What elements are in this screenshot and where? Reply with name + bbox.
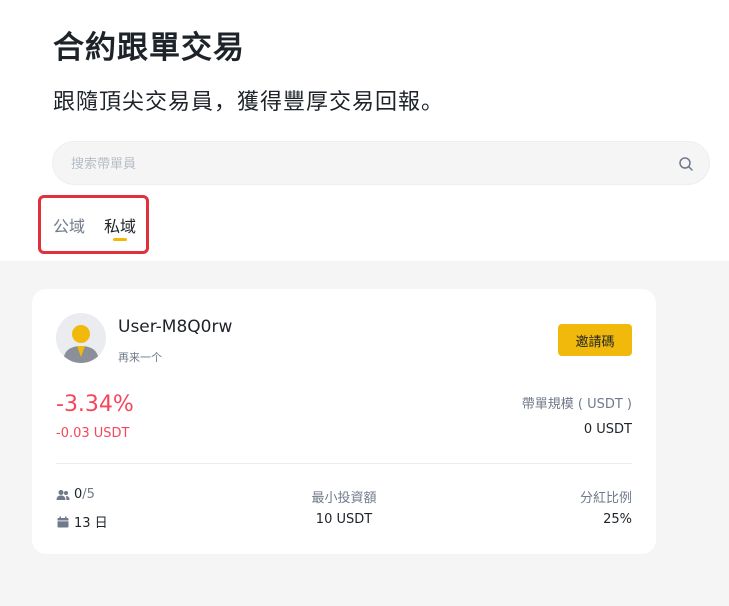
page-header-area: 合約跟單交易 跟隨頂尖交易員，獲得豐厚交易回報。 公域 私域	[0, 0, 729, 261]
min-invest-value: 10 USDT	[315, 512, 373, 527]
page-title: 合約跟單交易	[53, 30, 245, 66]
aum-label: 帶單規模 ( USDT )	[521, 397, 632, 412]
search-icon[interactable]	[678, 156, 694, 172]
tab-public[interactable]: 公域	[53, 213, 85, 237]
lead-trader-card[interactable]: User-M8Q0rw 再来一个 邀請碼 -3.34% -0.03 USDT 帶…	[32, 289, 656, 554]
trader-note: 再来一个	[118, 351, 162, 364]
min-invest-label: 最小投資額	[311, 491, 377, 506]
search-input[interactable]	[71, 154, 631, 174]
invite-code-button[interactable]: 邀請碼	[558, 324, 632, 356]
trader-username[interactable]: User-M8Q0rw	[118, 317, 232, 337]
aum-value: 0 USDT	[583, 422, 632, 437]
profit-share-label: 分紅比例	[579, 491, 632, 506]
active-tab-indicator	[113, 238, 127, 241]
profit-share-value: 25%	[603, 512, 632, 527]
user-avatar-icon[interactable]	[56, 313, 106, 363]
card-divider	[56, 463, 632, 464]
tab-private[interactable]: 私域	[104, 213, 136, 237]
search-bar[interactable]	[52, 141, 710, 185]
page-subtitle: 跟隨頂尖交易員，獲得豐厚交易回報。	[53, 90, 445, 115]
roi-value: -3.34%	[56, 392, 134, 417]
pnl-value: -0.03 USDT	[56, 426, 130, 441]
